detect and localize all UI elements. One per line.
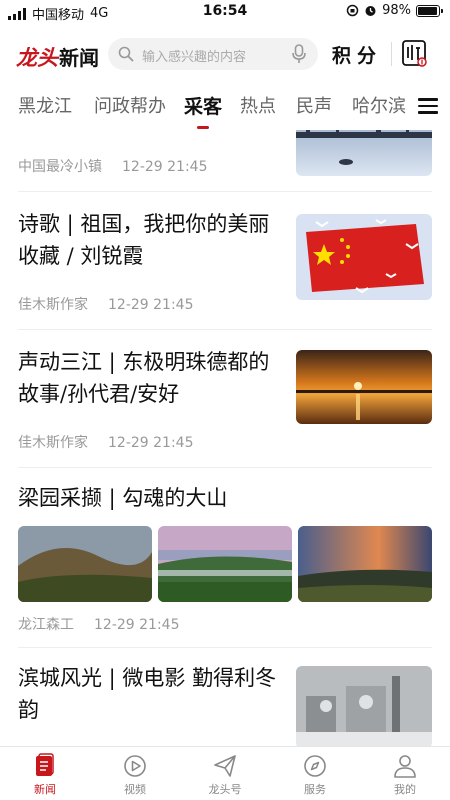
nav-longtouhao[interactable]: 龙头号 — [195, 753, 255, 797]
channel-tabs: 黑龙江 问政帮办 采客 热点 民声 哈尔滨 — [0, 92, 450, 132]
app-logo: 龙头 新闻 — [16, 45, 99, 70]
tab-heilongjiang[interactable]: 黑龙江 — [18, 92, 72, 118]
search-icon — [118, 46, 134, 62]
paper-plane-icon — [214, 755, 236, 777]
item-thumbnail — [296, 214, 432, 300]
item-thumbnail — [18, 526, 152, 602]
nav-mine[interactable]: 我的 — [375, 753, 435, 797]
menu-icon[interactable] — [418, 98, 438, 114]
search-input[interactable]: 输入感兴趣的内容 — [142, 46, 246, 65]
item-thumbnail — [296, 130, 432, 176]
tab-wenzheng[interactable]: 问政帮办 — [94, 92, 166, 118]
app-header: 龙头 新闻 输入感兴趣的内容 积分 — [0, 32, 450, 76]
search-bar[interactable]: 输入感兴趣的内容 — [108, 38, 318, 70]
tab-caike[interactable]: 采客 — [184, 92, 222, 119]
item-thumbnail — [296, 350, 432, 424]
nav-service[interactable]: 服务 — [285, 753, 345, 797]
nav-label: 新闻 — [34, 783, 56, 796]
nav-label: 视频 — [124, 783, 146, 796]
nav-news[interactable]: 新闻 — [15, 753, 75, 797]
nav-video[interactable]: 视频 — [105, 753, 165, 797]
battery-icon — [416, 4, 443, 17]
item-thumbnail — [296, 666, 432, 747]
tab-harbin[interactable]: 哈尔滨 — [352, 92, 406, 118]
tab-hot[interactable]: 热点 — [240, 92, 276, 118]
item-meta: 佳木斯作家 12-29 21:45 — [18, 297, 194, 313]
points-button[interactable]: 积分 — [332, 41, 382, 68]
item-title: 诗歌 | 祖国，我把你的美丽收藏 / 刘锐霞 — [18, 212, 270, 268]
active-tab-indicator — [197, 126, 209, 129]
item-meta: 中国最冷小镇 12-29 21:45 — [18, 159, 208, 175]
orientation-lock-icon — [346, 4, 359, 17]
microphone-icon[interactable] — [292, 44, 306, 64]
item-thumbnail — [298, 526, 432, 602]
listen-icon[interactable] — [402, 40, 428, 68]
header-divider — [391, 42, 392, 66]
item-title: 声动三江 | 东极明珠德都的故事/孙代君/安好 — [18, 350, 270, 406]
news-item[interactable]: 声动三江 | 东极明珠德都的故事/孙代君/安好 佳木斯作家 12-29 21:45 — [18, 330, 432, 468]
compass-icon — [304, 755, 326, 777]
news-item[interactable]: 滨城风光 | 微电影 勤得利冬韵 — [18, 648, 432, 747]
video-icon — [124, 755, 146, 777]
news-feed[interactable]: 中国最冷小镇 12-29 21:45 诗歌 | 祖国，我把你的美丽收藏 / 刘锐霞… — [0, 130, 450, 747]
user-icon — [394, 755, 416, 778]
tab-minsheng[interactable]: 民声 — [296, 92, 332, 118]
item-thumbnail — [158, 526, 292, 602]
nav-label: 服务 — [304, 783, 326, 796]
news-item[interactable]: 诗歌 | 祖国，我把你的美丽收藏 / 刘锐霞 佳木斯作家 12-29 21:45 — [18, 192, 432, 330]
news-item[interactable]: 梁园采撷 | 勾魂的大山 龙江森工 12-29 21:45 — [18, 468, 432, 648]
nav-label: 我的 — [394, 783, 416, 796]
news-icon — [36, 753, 54, 776]
item-title: 梁园采撷 | 勾魂的大山 — [18, 486, 228, 510]
item-title: 滨城风光 | 微电影 勤得利冬韵 — [18, 666, 277, 722]
nav-label: 龙头号 — [208, 783, 242, 796]
status-bar: 中国移动 4G 16:54 98% — [0, 0, 450, 24]
battery-percent: 98% — [382, 3, 411, 18]
bottom-navigation: 新闻 视频 龙头号 服务 我的 — [0, 746, 450, 800]
item-meta: 佳木斯作家 12-29 21:45 — [18, 435, 194, 451]
news-item[interactable]: 中国最冷小镇 12-29 21:45 — [18, 130, 432, 192]
alarm-icon — [365, 6, 376, 16]
item-meta: 龙江森工 12-29 21:45 — [18, 617, 180, 633]
